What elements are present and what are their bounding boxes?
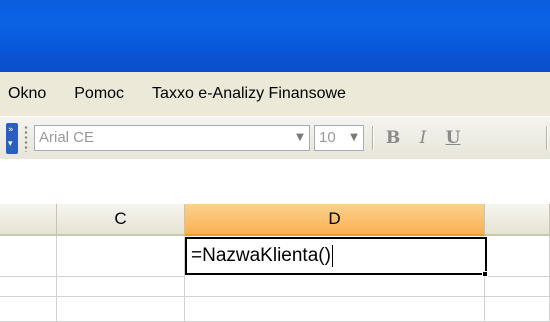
column-header-b[interactable] <box>0 204 57 236</box>
formatting-toolbar: » ▾ Arial CE ▼ 10 ▼ B I U <box>0 116 550 159</box>
active-cell-d-editor[interactable]: =NazwaKlienta() <box>185 237 487 275</box>
font-size-select[interactable]: 10 ▼ <box>314 125 364 151</box>
formula-area-gap <box>0 159 550 204</box>
column-header-d[interactable]: D <box>185 204 485 236</box>
underline-button[interactable]: U <box>440 125 466 151</box>
cell[interactable] <box>0 236 57 277</box>
toolbar-options-icon[interactable]: » ▾ <box>6 123 18 154</box>
toolbar-separator <box>546 126 547 150</box>
menu-item-pomoc[interactable]: Pomoc <box>60 82 138 106</box>
cell[interactable] <box>57 277 185 297</box>
chevron-down-icon[interactable]: ▼ <box>291 126 309 150</box>
toolbar-grip-handle[interactable] <box>24 125 28 152</box>
cell[interactable] <box>485 277 550 297</box>
cell[interactable] <box>185 297 485 322</box>
font-size-value: 10 <box>319 129 336 146</box>
menu-item-taxxo[interactable]: Taxxo e-Analizy Finansowe <box>138 82 360 106</box>
menu-bar: Okno Pomoc Taxxo e-Analizy Finansowe <box>0 72 550 116</box>
column-header-e[interactable] <box>485 204 550 236</box>
font-name-select[interactable]: Arial CE ▼ <box>34 125 310 151</box>
menu-item-okno[interactable]: Okno <box>4 82 60 106</box>
column-header-c[interactable]: C <box>57 204 185 236</box>
toolbar-separator <box>372 126 373 150</box>
bold-button[interactable]: B <box>380 125 406 151</box>
cell[interactable] <box>185 277 485 297</box>
text-caret <box>331 244 333 267</box>
cell[interactable] <box>0 277 57 297</box>
cell[interactable] <box>57 297 185 322</box>
active-cell-formula: =NazwaKlienta() <box>191 245 331 266</box>
chevron-down-icon[interactable]: ▼ <box>345 126 363 150</box>
fill-handle[interactable] <box>482 271 488 277</box>
cell[interactable] <box>485 236 550 277</box>
cell[interactable] <box>57 236 185 277</box>
cell[interactable] <box>0 297 57 322</box>
window-title-bar <box>0 0 550 72</box>
font-name-value: Arial CE <box>39 129 95 146</box>
cell[interactable] <box>485 297 550 322</box>
italic-button[interactable]: I <box>410 125 436 151</box>
